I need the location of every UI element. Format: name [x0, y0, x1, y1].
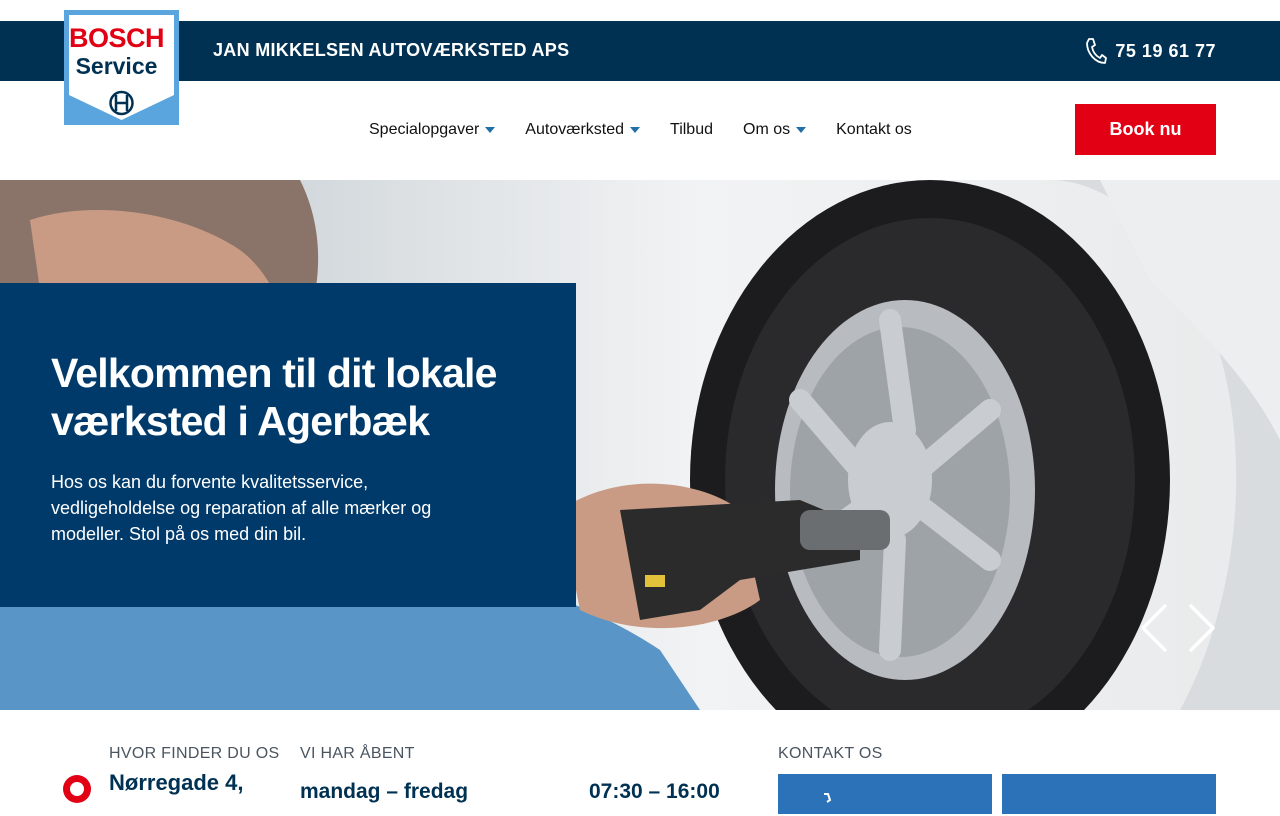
contact-label: KONTAKT OS [778, 745, 883, 762]
nav-item-label: Specialopgaver [369, 121, 480, 138]
nav-item-label: Autoværksted [525, 121, 625, 138]
hero-description: Hos os kan du forvente kvalitetsservice,… [51, 472, 432, 544]
opening-days: mandag – fredag [300, 780, 469, 803]
location-pin-icon [63, 775, 91, 803]
caret-down-icon [485, 127, 496, 133]
opening-hours: 07:30 – 16:00 [589, 780, 720, 803]
nav-item-label: Kontakt os [836, 121, 912, 138]
nav-item-autovaerksted[interactable]: Autoværksted [525, 121, 641, 139]
phone-icon [824, 793, 832, 803]
location-label: HVOR FINDER DU OS [109, 745, 280, 762]
phone-icon [1086, 38, 1108, 64]
main-nav: Specialopgaver Autoværksted Tilbud Om os… [369, 110, 942, 150]
hero-slider: Velkommen til dit lokale værksted i Ager… [0, 180, 1280, 710]
address: Nørregade 4, [109, 770, 244, 795]
hero-text-panel: Velkommen til dit lokale værksted i Ager… [0, 283, 576, 607]
nav-item-specialopgaver[interactable]: Specialopgaver [369, 121, 496, 139]
hours-label: VI HAR ÅBENT [300, 745, 415, 762]
nav-item-kontakt-os[interactable]: Kontakt os [836, 121, 912, 139]
logo-sub: Service [75, 53, 158, 79]
nav-item-label: Tilbud [670, 121, 713, 138]
caret-down-icon [796, 127, 807, 133]
nav-item-tilbud[interactable]: Tilbud [670, 121, 713, 139]
contact-tile-email[interactable] [1002, 774, 1216, 814]
company-name: JAN MIKKELSEN AUTOVÆRKSTED APS [213, 40, 570, 60]
top-bar: JAN MIKKELSEN AUTOVÆRKSTED APS 75 19 61 … [0, 21, 1280, 81]
contact-tile-phone[interactable] [778, 774, 992, 814]
hero-title: Velkommen til dit lokale værksted i Ager… [51, 350, 497, 444]
phone-number: 75 19 61 77 [1115, 40, 1216, 61]
caret-down-icon [630, 127, 641, 133]
book-now-button[interactable]: Book nu [1075, 104, 1216, 155]
nav-item-label: Om os [743, 121, 791, 138]
chevron-left-icon[interactable] [1137, 603, 1171, 653]
logo-brand: BOSCH [68, 23, 165, 53]
nav-item-om-os[interactable]: Om os [743, 121, 807, 139]
phone-link[interactable]: 75 19 61 77 [1085, 21, 1216, 81]
bosch-service-logo[interactable]: BOSCH Service [64, 10, 179, 125]
chevron-right-icon[interactable] [1185, 603, 1219, 653]
